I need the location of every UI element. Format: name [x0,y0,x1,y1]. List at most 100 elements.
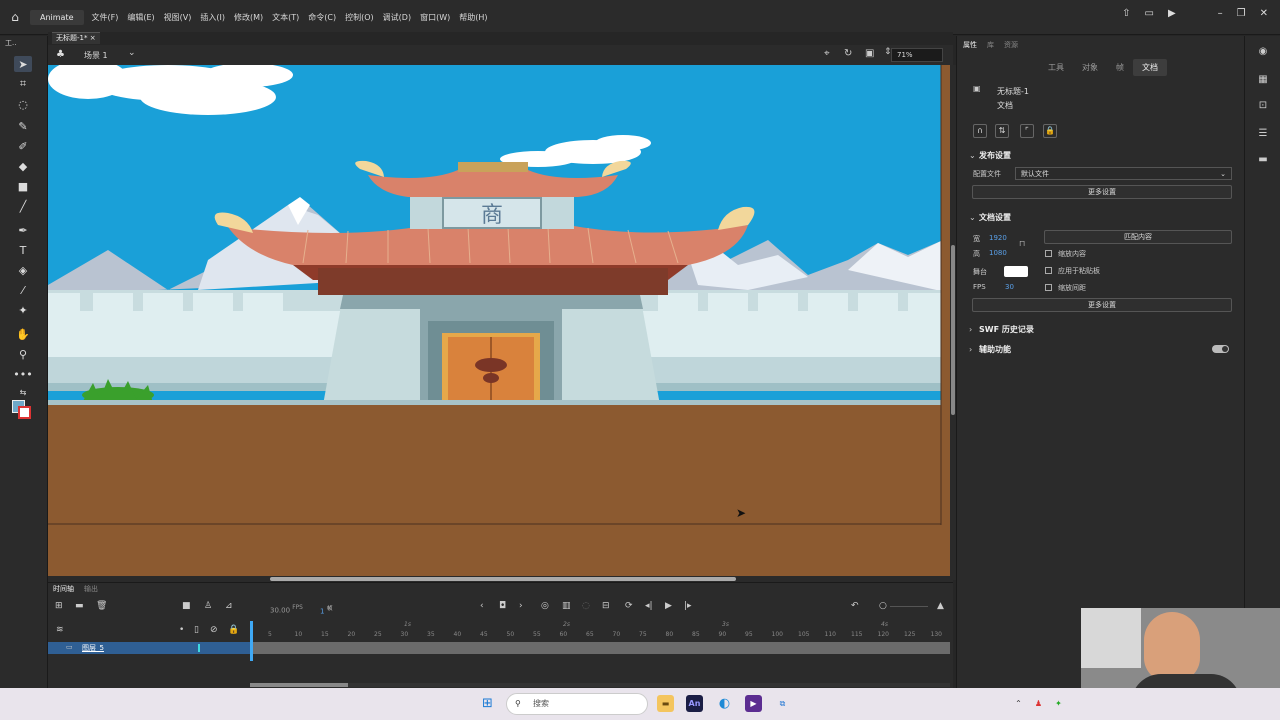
pin-tool-icon[interactable]: ✦ [14,302,32,318]
playhead[interactable] [250,621,253,661]
timeline-ruler[interactable]: 5 10 15 20 25 30 35 40 45 50 55 60 65 70 75 80 85 90 95 100… [250,619,950,641]
camera-icon[interactable]: ■ [182,601,191,611]
hand-tool-icon[interactable]: ✋ [14,326,32,342]
center-stage-icon[interactable]: ⌖ [824,48,830,59]
test-movie-icon[interactable]: ▶ [1168,8,1176,19]
stage-area[interactable]: 商 ➤ [48,65,953,580]
lock-icon[interactable]: 🔒 [228,625,239,635]
swf-history-header[interactable]: › SWF 历史记录 [969,324,1034,335]
start-icon[interactable]: ⊞ [479,695,496,712]
stage-color-swatch[interactable] [1004,266,1028,277]
share-icon[interactable]: ⇧ [1122,8,1130,19]
hide-layer-icon[interactable]: ⊘ [210,625,218,635]
scale-content-checkbox[interactable] [1045,250,1052,257]
more-document-settings-button[interactable]: 更多设置 [972,298,1232,312]
match-contents-button[interactable]: 匹配内容 [1044,230,1232,244]
accessibility-toggle[interactable] [1212,345,1229,353]
fill-color-swatch[interactable] [18,406,31,419]
tab-timeline[interactable]: 时间轴 [48,583,79,595]
delete-layer-icon[interactable]: 🗑 [96,601,107,611]
close-tab-icon[interactable]: × [90,34,96,42]
menu-view[interactable]: 视图(V) [164,12,192,23]
restore-icon[interactable]: ❐ [1237,8,1246,19]
width-value[interactable]: 1920 [989,234,1007,242]
new-folder-icon[interactable]: ▬ [75,601,84,611]
free-transform-tool-icon[interactable]: ⌗ [14,76,32,92]
zoom-tool-icon[interactable]: ⚲ [14,346,32,362]
tab-library[interactable]: 库 [987,40,994,50]
line-tool-icon[interactable]: ╱ [14,198,32,214]
screen-tool-icon[interactable]: ⧉ [774,695,791,712]
accessibility-header[interactable]: › 辅助功能 [969,344,1011,355]
guides-icon[interactable]: ⇅ [995,124,1009,138]
scroll-thumb[interactable] [250,683,348,687]
corner-icon[interactable]: ⌜ [1020,124,1034,138]
prev-keyframe-icon[interactable]: ‹ [480,601,484,611]
file-explorer-icon[interactable]: ▬ [657,695,674,712]
subtab-tool[interactable]: 工具 [1039,59,1073,76]
menu-commands[interactable]: 命令(C) [308,12,336,23]
lasso-tool-icon[interactable]: ◌ [14,96,32,112]
animate-taskbar-icon[interactable]: An [686,695,703,712]
subtab-frame[interactable]: 帧 [1107,59,1133,76]
selection-tool-icon[interactable]: ➤ [14,56,32,72]
play-icon[interactable]: ▶ [665,601,672,611]
menu-debug[interactable]: 调试(D) [383,12,411,23]
insert-frame-icon[interactable]: ⊟ [602,601,610,611]
outline-icon[interactable]: ▯ [194,625,199,635]
paint-brush-tool-icon[interactable]: ✐ [14,138,32,154]
onion-skin-icon[interactable]: ◎ [541,601,549,611]
menu-text[interactable]: 文本(T) [272,12,299,23]
workspace-icon[interactable]: ▭ [1144,8,1153,19]
apply-pasteboard-checkbox[interactable] [1045,267,1052,274]
tray-chevron-icon[interactable]: ⌃ [1010,695,1027,712]
tab-output[interactable]: 输出 [79,583,103,595]
layer-parent-icon[interactable]: ♙ [204,601,212,611]
eyedropper-tool-icon[interactable]: ⁄ [14,282,32,298]
frame-value[interactable]: 1 [320,607,324,615]
layer-name[interactable]: 图层_5 [82,643,104,653]
swatches-panel-icon[interactable]: ▦ [1256,74,1270,88]
graph-icon[interactable]: ⊿ [225,601,233,611]
minimize-icon[interactable]: – [1218,8,1223,19]
clip-stage-icon[interactable]: ▣ [865,48,874,59]
brush-tool-icon[interactable]: ✎ [14,118,32,134]
menu-control[interactable]: 控制(O) [345,12,374,23]
menu-window[interactable]: 窗口(W) [420,12,450,23]
document-tab[interactable]: 无标题-1* × [52,32,100,44]
zoom-slider-knob[interactable]: ○ [879,601,887,611]
eraser-tool-icon[interactable]: ◆ [14,158,32,174]
new-layer-icon[interactable]: ⊞ [55,601,63,611]
color-panel-icon[interactable]: ◉ [1256,46,1270,60]
timeline-scrollbar[interactable] [250,683,950,687]
subtab-document[interactable]: 文档 [1133,59,1167,76]
tab-assets[interactable]: 资源 [1004,40,1018,50]
rectangle-tool-icon[interactable]: ■ [14,178,32,194]
fps-value[interactable]: 30.00 [270,606,290,614]
rotate-stage-icon[interactable]: ↻ [844,48,852,59]
link-icon[interactable]: ⊓ [1019,239,1025,248]
loop-icon[interactable]: ⟳ [625,601,633,611]
edge-icon[interactable]: ◐ [716,695,733,712]
home-icon[interactable]: ⌂ [4,7,26,27]
keyframe-icon[interactable]: ◘ [499,601,506,611]
magnet-icon[interactable]: ∩ [973,124,987,138]
chevron-down-icon[interactable]: ⌄ [128,48,136,58]
fps-value-field[interactable]: 30 [1005,283,1014,291]
profile-select[interactable]: 默认文件 ⌄ [1015,167,1232,180]
transform-panel-icon[interactable]: ⊡ [1256,100,1270,114]
dot-icon[interactable]: • [179,625,184,635]
paint-bucket-tool-icon[interactable]: ◈ [14,262,32,278]
undo-timeline-icon[interactable]: ↶ [851,601,859,611]
more-tools-icon[interactable]: ••• [13,366,32,382]
zoom-slider-track[interactable] [890,606,928,607]
menu-modify[interactable]: 修改(M) [234,12,263,23]
scroll-thumb[interactable] [270,577,736,581]
layer-row[interactable]: ▭ 图层_5 [48,642,250,654]
align-panel-icon[interactable]: ☰ [1256,128,1270,142]
layers-icon[interactable]: ≋ [56,625,64,635]
subtab-object[interactable]: 对象 [1073,59,1107,76]
step-back-icon[interactable]: ◂| [645,601,653,611]
taskbar-search[interactable]: ⚲ 搜索 [506,693,648,715]
tray-app-icon[interactable]: ♟ [1030,695,1047,712]
